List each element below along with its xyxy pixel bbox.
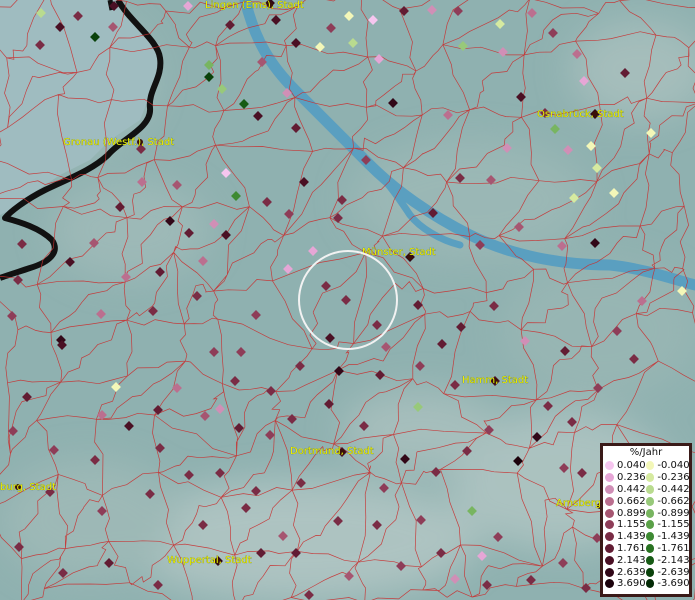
legend-entry-negative: -2.639 — [645, 566, 690, 578]
city-label-muenster: Münster, Stadt — [362, 247, 436, 258]
city-label-arnsberg: Arnsberg — [556, 498, 601, 509]
legend-value: 0.040 — [617, 460, 646, 472]
legend-row: 1.761 -1.761 — [605, 542, 690, 555]
legend-entry-negative: -0.236 — [645, 472, 690, 484]
legend-value: -0.040 — [657, 460, 690, 472]
legend-row: 3.690 -3.690 — [605, 578, 690, 590]
legend-row: 2.143 -2.143 — [605, 554, 690, 566]
legend-row: 0.442 -0.442 — [605, 483, 690, 496]
legend-swatch — [645, 508, 655, 518]
legend-row: 1.155 -1.155 — [605, 519, 690, 531]
legend-entry-positive: 3.690 — [605, 578, 646, 589]
legend-value: 2.143 — [617, 554, 646, 566]
legend-entry-positive: 0.899 — [605, 508, 646, 519]
legend-row: 0.040 -0.040 — [605, 460, 690, 472]
legend-value: 0.442 — [617, 483, 646, 495]
legend-swatch — [605, 461, 614, 471]
legend-value: -0.899 — [657, 507, 690, 519]
legend-value: 1.761 — [617, 542, 646, 554]
legend-swatch — [645, 473, 655, 483]
legend-entry-negative: -3.690 — [645, 578, 690, 590]
city-label-wuppertal: Wuppertal, Stadt — [167, 555, 252, 566]
legend-swatch — [605, 532, 614, 542]
legend-value: 0.662 — [617, 495, 646, 507]
legend-swatch — [605, 543, 614, 553]
legend-entry-negative: -0.662 — [645, 495, 690, 507]
legend-row: 2.639 -2.639 — [605, 566, 690, 578]
city-label-gronau: Gronau (Westf.), Stadt — [63, 137, 174, 148]
legend-value: -0.442 — [657, 483, 690, 495]
legend-swatch — [605, 484, 614, 494]
legend-swatch — [645, 532, 655, 542]
legend-swatch — [645, 567, 655, 577]
legend-swatch — [605, 579, 614, 589]
legend-entry-negative: -1.155 — [645, 519, 690, 531]
legend-value: 1.155 — [617, 519, 646, 531]
legend-entry-positive: 1.155 — [605, 519, 646, 530]
city-label-osnabrueck: Osnabrück, Stadt — [537, 109, 624, 120]
legend-value: 2.639 — [617, 566, 646, 578]
city-label-hamm: Hamm, Stadt — [462, 375, 528, 386]
legend-value: -0.662 — [657, 495, 690, 507]
legend-value: -1.439 — [657, 531, 690, 543]
legend-value: -3.690 — [657, 578, 690, 590]
legend-entry-negative: -1.761 — [645, 542, 690, 554]
legend-entry-positive: 0.040 — [605, 460, 646, 471]
legend-swatch — [645, 461, 655, 471]
legend-swatch — [645, 520, 655, 530]
map-canvas[interactable]: Lingen (Ems), Stadt Osnabrück, Stadt Grona… — [0, 0, 695, 600]
legend-row: 0.899 -0.899 — [605, 507, 690, 519]
legend-swatch — [645, 484, 655, 494]
legend-value: 0.899 — [617, 507, 646, 519]
legend-value: 1.439 — [617, 531, 646, 543]
legend-swatch — [605, 496, 614, 506]
legend-value: 3.690 — [617, 578, 646, 590]
legend-entry-positive: 1.439 — [605, 531, 646, 542]
legend: %/Jahr 0.040 -0.040 0.236 -0.236 0.442 -0.442… — [600, 443, 692, 597]
legend-value: -2.639 — [657, 566, 690, 578]
city-label-duisburg: burg, Stadt — [0, 482, 56, 493]
legend-title: %/Jahr — [629, 447, 663, 458]
legend-value: 0.236 — [617, 472, 646, 484]
legend-row: 0.662 -0.662 — [605, 495, 690, 507]
legend-value: -0.236 — [657, 472, 690, 484]
legend-swatch — [605, 520, 614, 530]
legend-rows: 0.040 -0.040 0.236 -0.236 0.442 -0.442 0.662 -0… — [605, 460, 690, 590]
legend-entry-positive: 0.662 — [605, 496, 646, 507]
legend-value: -1.761 — [657, 542, 690, 554]
legend-swatch — [605, 473, 614, 483]
legend-value: -1.155 — [657, 519, 690, 531]
legend-entry-negative: -0.040 — [645, 460, 690, 472]
legend-swatch — [605, 567, 614, 577]
legend-row: 1.439 -1.439 — [605, 531, 690, 543]
city-label-lingen: Lingen (Ems), Stadt — [205, 0, 304, 11]
legend-swatch — [645, 555, 655, 565]
legend-entry-positive: 0.236 — [605, 472, 646, 483]
legend-value: -2.143 — [657, 554, 690, 566]
legend-swatch — [605, 508, 614, 518]
legend-entry-positive: 2.639 — [605, 567, 646, 578]
legend-row: 0.236 -0.236 — [605, 472, 690, 484]
legend-swatch — [645, 543, 655, 553]
legend-entry-positive: 0.442 — [605, 484, 646, 495]
legend-entry-negative: -0.899 — [645, 507, 690, 519]
legend-swatch — [645, 496, 655, 506]
legend-entry-positive: 1.761 — [605, 543, 646, 554]
legend-entry-positive: 2.143 — [605, 555, 646, 566]
legend-swatch — [605, 555, 614, 565]
legend-entry-negative: -1.439 — [645, 531, 690, 543]
legend-entry-negative: -2.143 — [645, 554, 690, 566]
city-label-dortmund: Dortmund, Stadt — [290, 446, 374, 457]
legend-entry-negative: -0.442 — [645, 483, 690, 495]
legend-swatch — [645, 579, 655, 589]
